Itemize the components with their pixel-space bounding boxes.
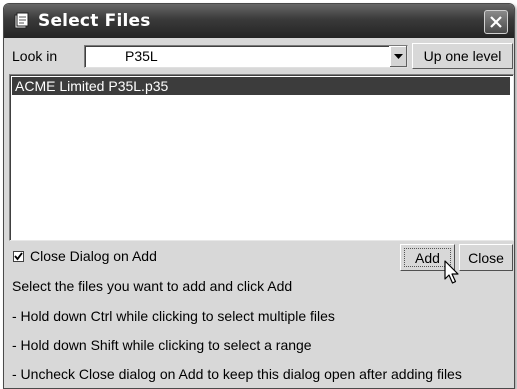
select-files-dialog: Select Files Look in P35L Up one level A… (3, 3, 515, 389)
dropdown-button[interactable] (389, 46, 407, 67)
instruction-tip: - Hold down Shift while clicking to sele… (12, 337, 312, 353)
dialog-title: Select Files (38, 11, 151, 31)
dialog-app-icon (14, 12, 29, 29)
title-bar[interactable]: Select Files (4, 4, 514, 38)
checkmark-icon (14, 252, 23, 261)
instruction-tip: - Hold down Ctrl while clicking to selec… (12, 308, 335, 324)
close-x-icon (490, 16, 502, 28)
look-in-row: Look in P35L Up one level (4, 42, 514, 70)
list-item[interactable]: ACME Limited P35L.p35 (12, 77, 510, 95)
chevron-down-icon (394, 53, 403, 59)
mouse-pointer-icon (444, 260, 459, 284)
close-button[interactable]: Close (459, 244, 513, 271)
title-close-button[interactable] (484, 10, 508, 34)
instruction-intro: Select the files you want to add and cli… (12, 278, 293, 294)
look-in-label: Look in (12, 48, 58, 64)
look-in-value: P35L (125, 48, 158, 64)
action-row: Close Dialog on Add Add Close (4, 242, 514, 272)
up-one-level-button[interactable]: Up one level (412, 43, 513, 69)
file-list[interactable]: ACME Limited P35L.p35 (9, 74, 514, 241)
instruction-tip: - Uncheck Close dialog on Add to keep th… (12, 366, 462, 382)
look-in-dropdown[interactable]: P35L (84, 45, 408, 68)
close-on-add-checkbox[interactable] (13, 251, 24, 262)
close-on-add-label[interactable]: Close Dialog on Add (30, 248, 157, 264)
